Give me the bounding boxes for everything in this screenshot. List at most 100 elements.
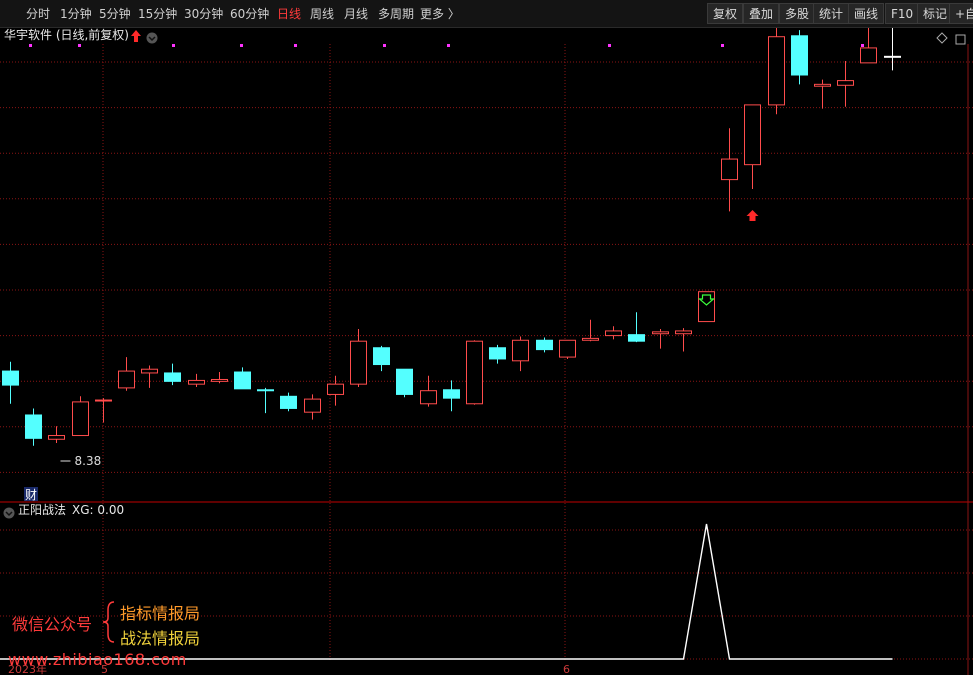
top-dot [240, 44, 243, 47]
period-tab-10[interactable]: 更多 〉 [420, 0, 460, 28]
candle [744, 104, 761, 189]
watermark-url: www.zhibiao168.com [8, 650, 187, 669]
period-tab-7[interactable]: 周线 [310, 0, 334, 28]
candle-body-up [466, 340, 483, 405]
candle [95, 398, 112, 423]
candle-body-down [628, 334, 645, 342]
low-label: 8.38 [75, 454, 102, 468]
candle-body-down [489, 347, 506, 360]
red-up-arrow-icon [130, 28, 142, 47]
watermark-line1: 指标情报局 [120, 604, 201, 623]
candle-body-up [350, 340, 367, 385]
period-toolbar: 分时 1分钟 5分钟 15分钟 30分钟 60分钟 日线 周线 月线 多周期 更多 〉 复权 叠加 多股统… [0, 0, 973, 28]
toolbar-button-3[interactable]: 统计 [813, 3, 850, 24]
candle-body-up [327, 383, 344, 395]
period-tab-5[interactable]: 60分钟 [230, 0, 269, 28]
candle [628, 312, 645, 343]
candle [837, 60, 854, 107]
candle [698, 291, 715, 323]
candle-body-up [95, 399, 112, 402]
event-badge: 财 [25, 488, 37, 502]
toolbar-button-6[interactable]: 标记 [917, 3, 954, 24]
candle-body-down [257, 389, 274, 392]
candle [466, 340, 483, 405]
red-up-arrow-icon [746, 210, 759, 221]
candle [25, 408, 42, 446]
candle-body-down [443, 389, 460, 399]
period-tab-6[interactable]: 日线 [277, 0, 301, 28]
candle [675, 328, 692, 352]
square-icon[interactable] [955, 30, 966, 49]
toolbar-button-7[interactable]: +自 [949, 3, 973, 24]
top-dot [447, 44, 450, 47]
candle [396, 368, 413, 398]
candle-body-up [837, 80, 854, 86]
candlestick-series[interactable] [2, 0, 901, 446]
candle-body-up [605, 330, 622, 337]
toolbar-button-2[interactable]: 多股 [779, 3, 816, 24]
candle [257, 387, 274, 414]
candle [118, 357, 135, 391]
period-tab-1[interactable]: 1分钟 [60, 0, 92, 28]
chart-header: 华宇软件 (日线,前复权) [0, 28, 973, 47]
candle-body-up [72, 401, 89, 437]
chart-canvas: 13.158.38财 2023年56 [0, 0, 973, 675]
top-dot [172, 44, 175, 47]
candle-body-down [280, 395, 297, 409]
candle [489, 344, 506, 364]
candle-body-up [744, 104, 761, 166]
diamond-icon[interactable] [936, 29, 948, 48]
period-tab-8[interactable]: 月线 [344, 0, 368, 28]
candle-body-down [25, 414, 42, 439]
candle-body-up [512, 339, 529, 362]
candle [605, 326, 622, 340]
top-dot [294, 44, 297, 47]
candle [536, 337, 553, 353]
top-dot [721, 44, 724, 47]
candle [443, 380, 460, 412]
candle [164, 363, 181, 386]
candle [652, 329, 669, 349]
candle [559, 339, 576, 359]
chevron-down-icon[interactable] [146, 29, 158, 48]
candle-body-down [164, 372, 181, 382]
period-tab-0[interactable]: 分时 [26, 0, 50, 28]
toolbar-button-1[interactable]: 叠加 [743, 3, 780, 24]
top-dot [383, 44, 386, 47]
candle-body-down [2, 370, 19, 386]
candle-body-up [211, 378, 228, 382]
indicator-value: XG: 0.00 [72, 503, 125, 517]
toolbar-button-0[interactable]: 复权 [707, 3, 744, 24]
candle [350, 329, 367, 387]
candle [420, 375, 437, 407]
period-tab-9[interactable]: 多周期 [378, 0, 414, 28]
candle [582, 319, 599, 342]
candle-body-up [48, 435, 65, 440]
candle-body-down [396, 368, 413, 395]
candle [2, 361, 19, 404]
price-grid [0, 44, 973, 675]
top-dot [608, 44, 611, 47]
candle-body-up [884, 55, 901, 58]
candle [373, 345, 390, 372]
period-tab-4[interactable]: 30分钟 [184, 0, 223, 28]
axis-label-june: 6 [563, 663, 570, 675]
candle-body-down [234, 371, 251, 390]
top-dot [78, 44, 81, 47]
candle-body-up [814, 83, 831, 87]
candle [211, 372, 228, 384]
candle-body-up [721, 158, 738, 181]
period-tab-3[interactable]: 15分钟 [138, 0, 177, 28]
watermark-line2: 战法情报局 [120, 629, 201, 648]
candle-body-up [304, 398, 321, 413]
indicator-chevron-icon[interactable] [3, 504, 15, 523]
candle-body-down [373, 347, 390, 366]
candle [814, 79, 831, 109]
candle [280, 392, 297, 412]
toolbar-button-4[interactable]: 画线 [848, 3, 885, 24]
candle-body-up [188, 379, 205, 385]
toolbar-button-5[interactable]: F10 [885, 3, 920, 24]
period-tab-2[interactable]: 5分钟 [99, 0, 131, 28]
candle [304, 394, 321, 420]
candle [72, 396, 89, 437]
